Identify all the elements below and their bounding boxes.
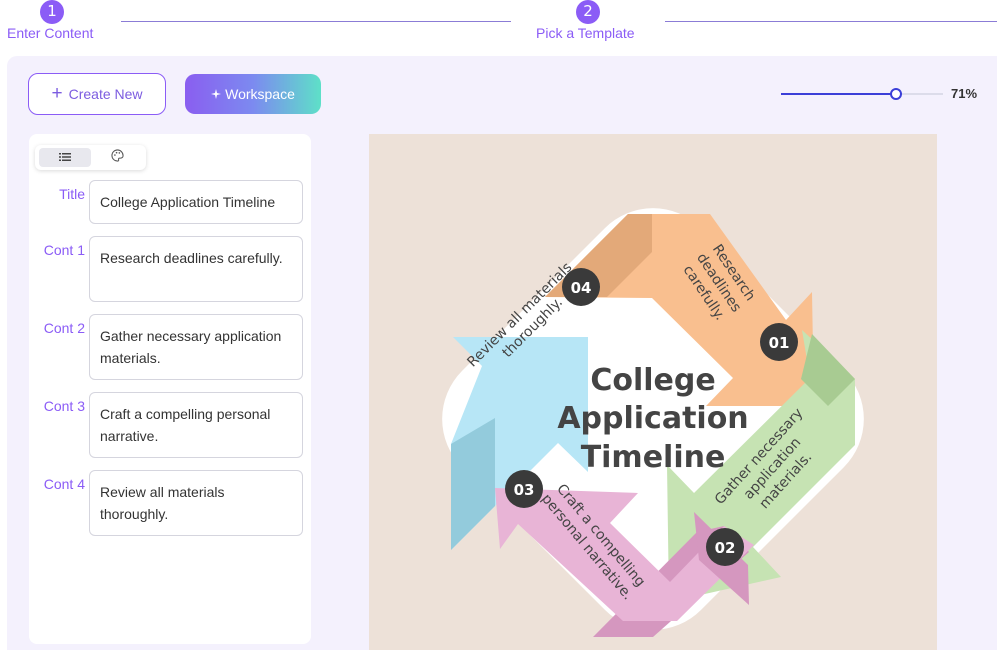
zoom-slider[interactable] [781,88,943,100]
step-2-number[interactable]: 2 [576,0,600,24]
list-icon [59,149,71,167]
cont-1-label: Cont 1 [43,242,85,258]
step-1-label[interactable]: Enter Content [7,25,93,41]
title-field-label: Title [59,186,85,202]
step-connector-line [121,21,511,22]
style-view-tab[interactable] [91,148,143,167]
badge-03: 03 [505,470,543,508]
cont-4-input[interactable]: Review all materials thoroughly. [89,470,303,536]
step-1-number[interactable]: 1 [40,0,64,24]
cont-2-label: Cont 2 [43,320,85,336]
list-view-tab[interactable] [39,148,91,167]
title-input[interactable]: College Application Timeline [89,180,303,224]
title-line-2: Application [557,401,748,436]
badge-02-number: 02 [715,539,736,557]
zoom-slider-fill [781,93,896,95]
badge-04-number: 04 [571,279,592,297]
sparkle-icon [211,86,222,102]
workspace-button[interactable]: Workspace [185,74,321,114]
plus-icon: + [51,82,63,104]
zoom-slider-thumb[interactable] [890,88,902,100]
badge-01: 01 [760,323,798,361]
create-new-label: Create New [68,86,143,102]
title-line-1: College [590,363,715,398]
step-connector-line [665,21,997,22]
create-new-button[interactable]: + Create New [28,73,166,115]
cont-2-input[interactable]: Gather necessary application materials. [89,314,303,380]
view-toggle [35,145,146,170]
step-2-label[interactable]: Pick a Template [536,25,635,41]
template-preview-canvas[interactable]: 04 01 02 03 Review all materials thoroug… [369,134,937,650]
infographic: 04 01 02 03 Review all materials thoroug… [369,134,937,650]
workspace-label: Workspace [225,86,295,102]
cont-4-label: Cont 4 [43,476,85,492]
stepper: 1 Enter Content 2 Pick a Template [0,0,997,56]
cont-3-input[interactable]: Craft a compelling personal narrative. [89,392,303,458]
cont-1-input[interactable]: Research deadlines carefully. [89,236,303,302]
badge-01-number: 01 [769,334,790,352]
zoom-value: 71% [951,86,978,101]
badge-02: 02 [706,528,744,566]
palette-icon [111,148,124,167]
cont-3-label: Cont 3 [43,398,85,414]
title-line-3: Timeline [581,440,726,475]
badge-03-number: 03 [514,481,535,499]
